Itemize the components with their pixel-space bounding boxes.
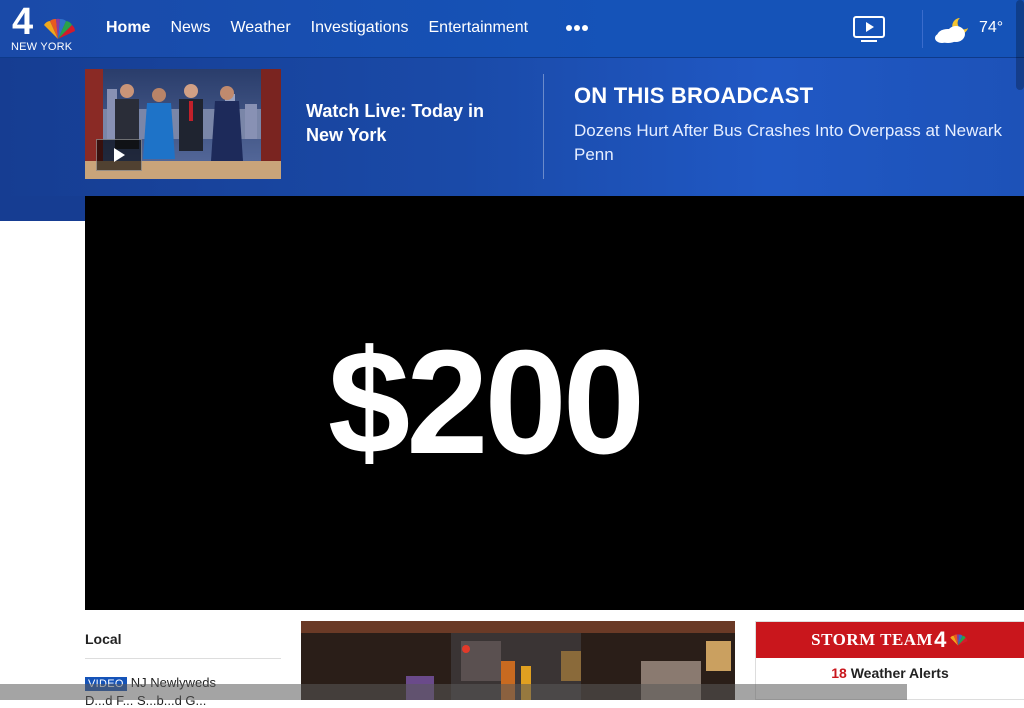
storm-team-header: STORM TEAM 4 xyxy=(756,622,1024,658)
watch-live-title[interactable]: Watch Live: Today in New York xyxy=(306,99,526,147)
more-menu-icon[interactable] xyxy=(565,21,589,35)
partly-cloudy-night-icon[interactable] xyxy=(934,14,972,44)
alerts-count: 18 xyxy=(831,665,847,681)
local-section-heading[interactable]: Local xyxy=(85,631,122,647)
nav-home[interactable]: Home xyxy=(106,19,150,37)
bottom-overlay-bar xyxy=(0,684,907,700)
play-icon xyxy=(114,148,125,162)
main-nav: Home News Weather Investigations Enterta… xyxy=(106,19,548,37)
broadcast-story-link[interactable]: Dozens Hurt After Bus Crashes Into Overp… xyxy=(574,119,1024,167)
alerts-label: Weather Alerts xyxy=(850,665,949,681)
logo-city: NEW YORK xyxy=(11,41,73,53)
broadcast-strip: Watch Live: Today in New York ON THIS BR… xyxy=(0,58,1024,196)
peacock-icon xyxy=(44,18,75,39)
local-divider xyxy=(85,658,281,659)
broadcast-heading: ON THIS BROADCAST xyxy=(574,83,814,108)
hero-amount-text: $200 xyxy=(327,320,645,485)
nav-investigations[interactable]: Investigations xyxy=(311,19,409,37)
nav-entertainment[interactable]: Entertainment xyxy=(429,19,529,37)
broadcast-underlay xyxy=(0,196,85,221)
peacock-icon xyxy=(950,634,968,646)
hero-video[interactable]: $200 xyxy=(85,196,1024,610)
weather-alerts-link[interactable]: 18 Weather Alerts xyxy=(756,665,1024,681)
top-navigation: 4 NEW YORK Home News Weather Investigati… xyxy=(0,0,1024,58)
scrollbar[interactable] xyxy=(1016,0,1024,90)
nav-news[interactable]: News xyxy=(170,19,210,37)
nav-divider xyxy=(922,10,923,48)
play-button[interactable] xyxy=(96,139,142,171)
logo-number: 4 xyxy=(12,1,33,43)
temperature[interactable]: 74° xyxy=(979,19,1003,37)
storm-team-title: STORM TEAM xyxy=(811,630,934,649)
nbc4-logo[interactable]: 4 NEW YORK xyxy=(10,1,82,55)
storm-team-number: 4 xyxy=(934,627,947,652)
broadcast-divider xyxy=(543,74,544,179)
nav-weather[interactable]: Weather xyxy=(230,19,290,37)
watch-tv-icon[interactable] xyxy=(852,15,886,43)
